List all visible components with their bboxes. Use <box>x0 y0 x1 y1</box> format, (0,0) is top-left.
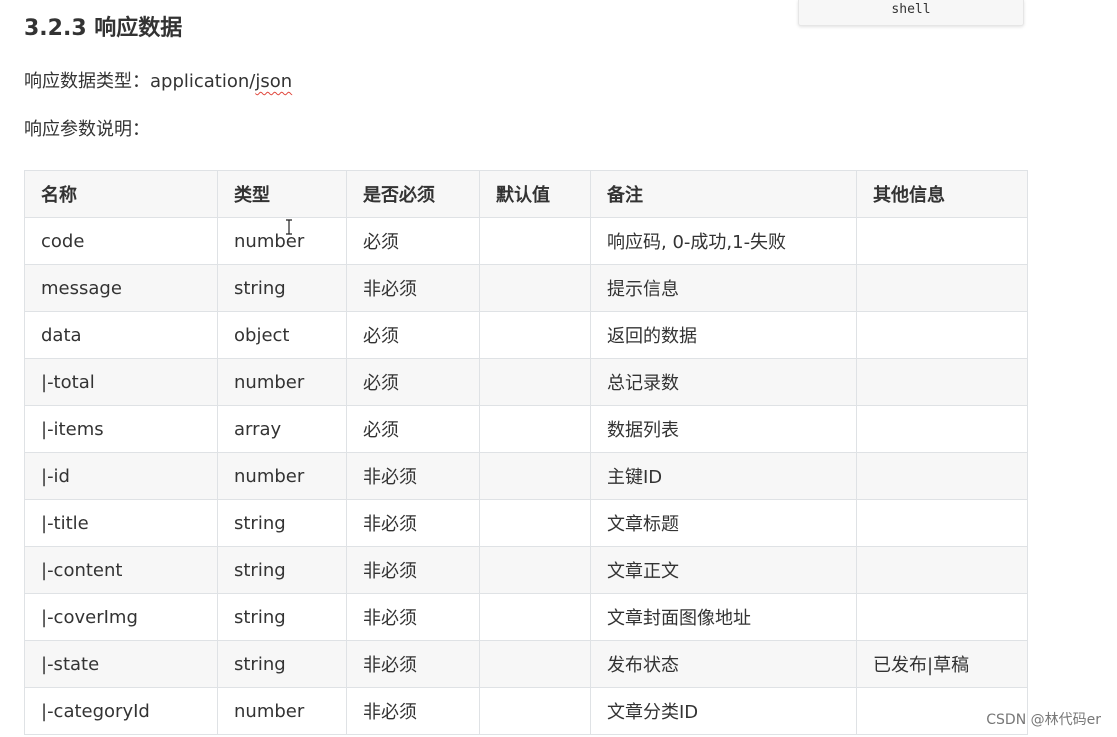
table-row: |-coverImg string 非必须 文章封面图像地址 <box>24 593 1028 641</box>
table-row: data object 必须 返回的数据 <box>24 311 1028 359</box>
cell-other: 已发布|草稿 <box>856 640 1028 688</box>
header-other: 其他信息 <box>856 170 1028 218</box>
table-row: |-content string 非必须 文章正文 <box>24 546 1028 594</box>
code-language-tab[interactable]: shell <box>798 0 1024 26</box>
cell-type: number <box>217 358 347 406</box>
response-type-label: 响应数据类型：application/ <box>24 71 256 92</box>
table-body: code number 必须 响应码, 0-成功,1-失败 message string 非… <box>24 217 1028 735</box>
cell-note: 数据列表 <box>590 405 857 453</box>
cell-default <box>479 499 591 547</box>
cell-type: string <box>217 264 347 312</box>
cell-note: 返回的数据 <box>590 311 857 359</box>
cell-note: 文章封面图像地址 <box>590 593 857 641</box>
csdn-watermark: CSDN @林代码er <box>986 712 1101 728</box>
cell-name: |-content <box>24 546 218 594</box>
table-row: |-total number 必须 总记录数 <box>24 358 1028 406</box>
cell-default <box>479 358 591 406</box>
header-type: 类型 <box>217 170 347 218</box>
cell-other <box>856 499 1028 547</box>
cell-required: 非必须 <box>346 499 480 547</box>
cell-required: 必须 <box>346 217 480 265</box>
cell-required: 非必须 <box>346 687 480 735</box>
table-row: |-title string 非必须 文章标题 <box>24 499 1028 547</box>
cell-required: 必须 <box>346 358 480 406</box>
cell-type: string <box>217 546 347 594</box>
cell-type: string <box>217 640 347 688</box>
table-row: |-id number 非必须 主键ID <box>24 452 1028 500</box>
cell-type: number <box>217 217 347 265</box>
cell-type: number <box>217 687 347 735</box>
header-note: 备注 <box>590 170 857 218</box>
cell-note: 响应码, 0-成功,1-失败 <box>590 217 857 265</box>
cell-other <box>856 311 1028 359</box>
cell-other <box>856 593 1028 641</box>
cell-note: 文章分类ID <box>590 687 857 735</box>
cell-type: number <box>217 452 347 500</box>
cell-note: 总记录数 <box>590 358 857 406</box>
table-row: |-items array 必须 数据列表 <box>24 405 1028 453</box>
cell-other <box>856 452 1028 500</box>
cell-required: 非必须 <box>346 452 480 500</box>
cell-name: data <box>24 311 218 359</box>
cell-name: |-state <box>24 640 218 688</box>
table-row: |-state string 非必须 发布状态 已发布|草稿 <box>24 640 1028 688</box>
cell-type: string <box>217 593 347 641</box>
document-page: shell 3.2.3 响应数据 响应数据类型：application/json… <box>0 0 1117 737</box>
cell-note: 主键ID <box>590 452 857 500</box>
cell-default <box>479 405 591 453</box>
cell-note: 文章标题 <box>590 499 857 547</box>
section-heading: 3.2.3 响应数据 <box>24 16 183 41</box>
cell-other <box>856 405 1028 453</box>
table-row: |-categoryId number 非必须 文章分类ID <box>24 687 1028 735</box>
cell-default <box>479 593 591 641</box>
cell-name: |-coverImg <box>24 593 218 641</box>
table-row: code number 必须 响应码, 0-成功,1-失败 <box>24 217 1028 265</box>
cell-default <box>479 452 591 500</box>
cell-required: 非必须 <box>346 546 480 594</box>
cell-name: |-title <box>24 499 218 547</box>
cell-name: |-items <box>24 405 218 453</box>
cell-required: 非必须 <box>346 593 480 641</box>
table-row: message string 非必须 提示信息 <box>24 264 1028 312</box>
response-type-line: 响应数据类型：application/json <box>24 68 292 96</box>
cell-other <box>856 217 1028 265</box>
cell-default <box>479 546 591 594</box>
response-params-table: 名称 类型 是否必须 默认值 备注 其他信息 code number 必须 响应码, … <box>24 170 1028 735</box>
cell-required: 非必须 <box>346 264 480 312</box>
cell-required: 必须 <box>346 405 480 453</box>
cell-name: code <box>24 217 218 265</box>
cell-type: object <box>217 311 347 359</box>
cell-note: 文章正文 <box>590 546 857 594</box>
cell-default <box>479 687 591 735</box>
cell-name: |-categoryId <box>24 687 218 735</box>
header-required: 是否必须 <box>346 170 480 218</box>
cell-other <box>856 264 1028 312</box>
cell-name: message <box>24 264 218 312</box>
cell-type: array <box>217 405 347 453</box>
header-default: 默认值 <box>479 170 591 218</box>
header-name: 名称 <box>24 170 218 218</box>
cell-name: |-id <box>24 452 218 500</box>
cell-note: 提示信息 <box>590 264 857 312</box>
response-type-value: json <box>255 71 293 92</box>
response-params-label: 响应参数说明： <box>24 119 150 140</box>
cell-default <box>479 311 591 359</box>
cell-type: string <box>217 499 347 547</box>
cell-default <box>479 640 591 688</box>
cell-name: |-total <box>24 358 218 406</box>
cell-default <box>479 264 591 312</box>
cell-note: 发布状态 <box>590 640 857 688</box>
cell-required: 非必须 <box>346 640 480 688</box>
cell-default <box>479 217 591 265</box>
cell-other <box>856 546 1028 594</box>
cell-required: 必须 <box>346 311 480 359</box>
cell-other <box>856 358 1028 406</box>
table-header-row: 名称 类型 是否必须 默认值 备注 其他信息 <box>24 170 1028 218</box>
